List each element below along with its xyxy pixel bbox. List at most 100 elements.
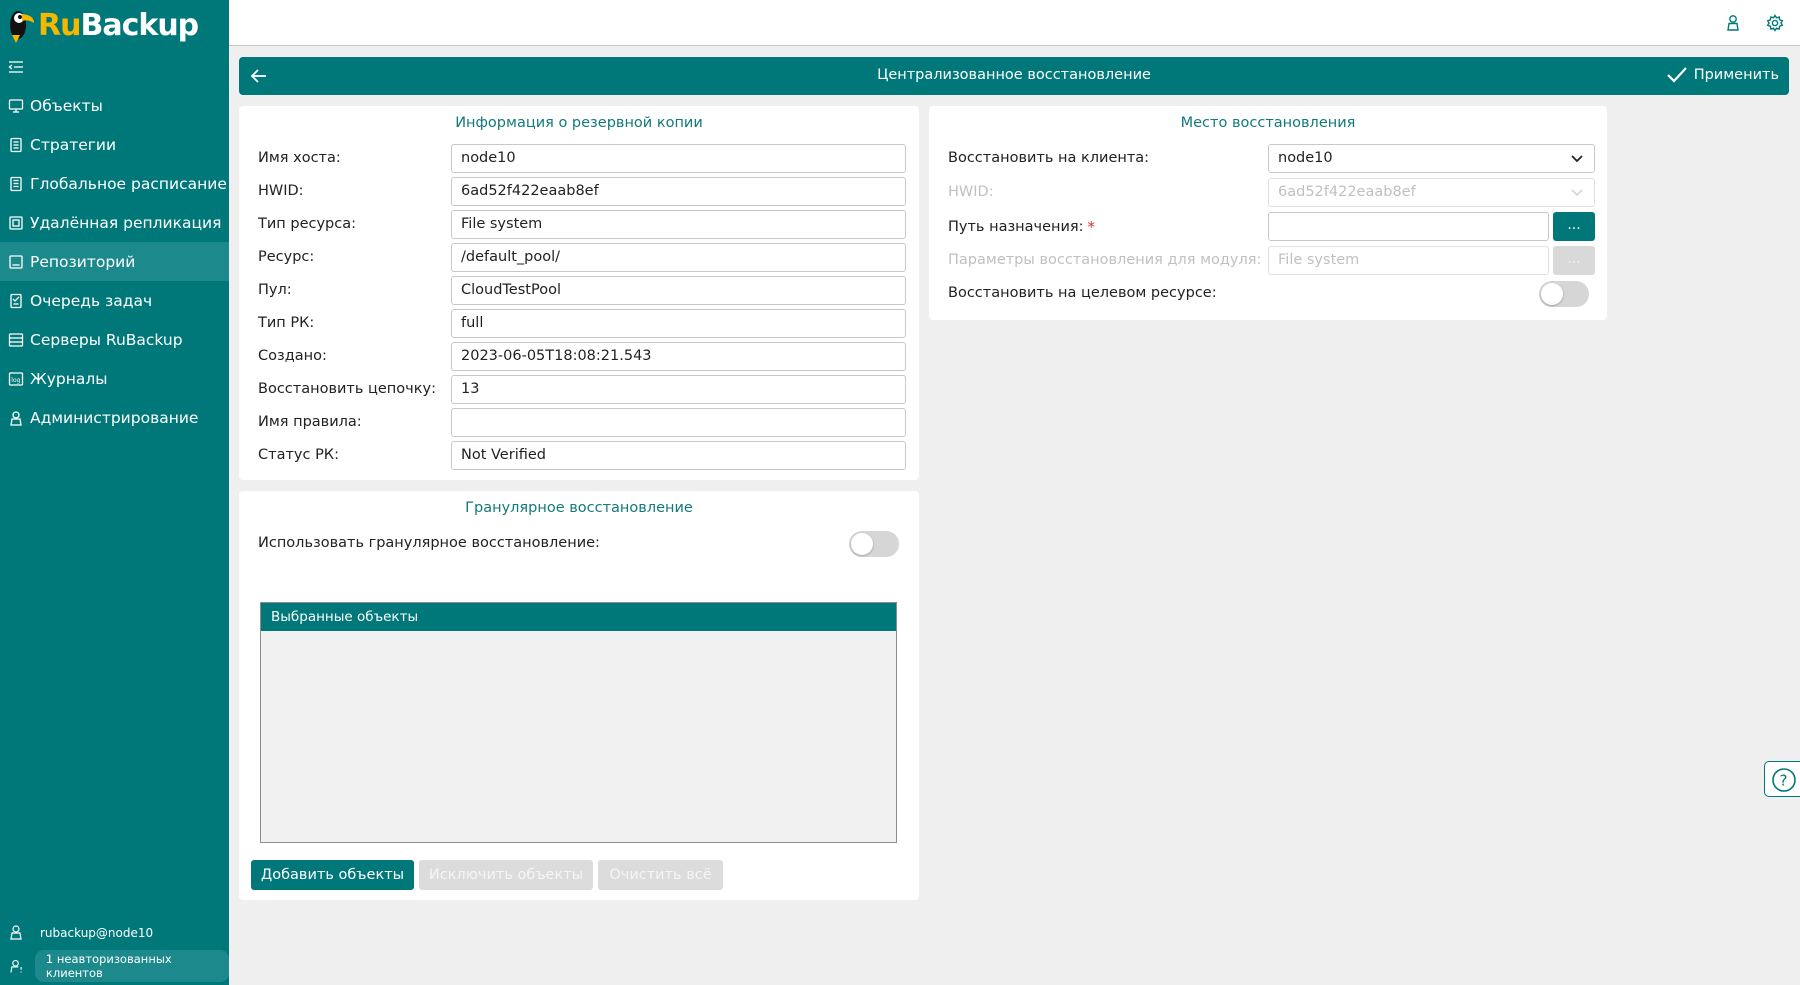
collapse-menu-icon[interactable]: [8, 60, 26, 74]
hwid-field[interactable]: 6ad52f422eaab8ef: [451, 177, 906, 206]
user-alert-icon: [10, 959, 22, 973]
field-label: Тип ресурса:: [258, 216, 356, 232]
restore-client-label: Восстановить на клиента:: [948, 150, 1150, 166]
sidebar-item-label: Глобальное расписание: [30, 174, 227, 193]
sidebar-item-repository[interactable]: Репозиторий: [0, 242, 229, 281]
field-label: Статус РК:: [258, 447, 339, 463]
unauthorized-clients-badge: 1 неавторизованных клиентов: [34, 950, 229, 982]
field-label: Тип РК:: [258, 315, 315, 331]
selected-objects-table[interactable]: Выбранные объекты: [260, 602, 897, 843]
field-label: Создано:: [258, 348, 327, 364]
field-row-created: Создано:: [258, 348, 327, 364]
unauthorized-clients[interactable]: 1 неавторизованных клиентов: [10, 950, 229, 982]
sidebar-item-remote-replication[interactable]: Удалённая репликация: [0, 203, 229, 242]
module-params-field: File system: [1268, 246, 1549, 275]
clear-all-button[interactable]: Очистить всё: [598, 860, 723, 890]
field-row-hwid: HWID:: [258, 183, 304, 199]
destination-path-input[interactable]: [1268, 212, 1549, 241]
module-params-label: Параметры восстановления для модуля:: [948, 252, 1262, 268]
sidebar-item-strategies[interactable]: Стратегии: [0, 125, 229, 164]
apply-button[interactable]: Применить: [1666, 65, 1779, 85]
granular-toggle-row: Использовать гранулярное восстановление:: [258, 535, 600, 551]
sidebar: RuBackup Объекты Стратегии Глобальное ра…: [0, 0, 229, 985]
rule-name-field[interactable]: [451, 408, 906, 437]
field-row-resource-type: Тип ресурса:: [258, 216, 356, 232]
browse-path-button[interactable]: ...: [1553, 212, 1595, 241]
sidebar-item-administration[interactable]: Администрирование: [0, 398, 229, 437]
restore-location-title: Место восстановления: [1180, 115, 1356, 131]
pool-field[interactable]: CloudTestPool: [451, 276, 906, 305]
sidebar-item-label: Администрирование: [30, 408, 199, 427]
replication-icon: [8, 215, 24, 231]
backup-type-field[interactable]: full: [451, 309, 906, 338]
field-label: HWID:: [258, 183, 304, 199]
sidebar-footer: rubackup@node10 1 неавторизованных клиен…: [0, 925, 229, 985]
created-field[interactable]: 2023-06-05T18:08:21.543: [451, 342, 906, 371]
toucan-logo-icon: [6, 5, 36, 45]
admin-icon: [8, 410, 24, 426]
restore-client-row: Восстановить на клиента:: [948, 150, 1149, 166]
field-row-pool: Пул:: [258, 282, 292, 298]
logo-text: RuBackup: [38, 7, 199, 43]
tasks-icon: [8, 293, 24, 309]
restore-client-select[interactable]: node10: [1268, 144, 1595, 173]
field-row-hostname: Имя хоста:: [258, 150, 341, 166]
granular-restore-panel: Гранулярное восстановление Использовать …: [239, 491, 919, 900]
check-icon: [1666, 67, 1687, 83]
required-marker: *: [1087, 218, 1096, 236]
sidebar-nav: Объекты Стратегии Глобальное расписание …: [0, 86, 229, 437]
backup-info-panel: Информация о резервной копии Имя хоста: …: [239, 106, 919, 480]
backup-info-title: Информация о резервной копии: [455, 115, 703, 131]
field-label: Ресурс:: [258, 249, 315, 265]
sidebar-item-logs[interactable]: log Журналы: [0, 359, 229, 398]
hostname-field[interactable]: node10: [451, 144, 906, 173]
chevron-down-icon: [1571, 155, 1583, 163]
sidebar-item-global-schedule[interactable]: Глобальное расписание: [0, 164, 229, 203]
page-header: Централизованное восстановление Применит…: [239, 57, 1789, 95]
restore-hwid-value: 6ad52f422eaab8ef: [1278, 184, 1416, 200]
monitor-icon: [8, 98, 24, 114]
restore-target-label: Восстановить на целевом ресурсе:: [948, 285, 1217, 301]
svg-text:log: log: [11, 377, 20, 384]
server-icon: [8, 332, 24, 348]
backup-status-field[interactable]: Not Verified: [451, 441, 906, 470]
sidebar-item-label: Объекты: [30, 96, 103, 115]
svg-text:?: ?: [1780, 772, 1788, 790]
sidebar-item-label: Репозиторий: [30, 252, 136, 271]
field-label: Имя правила:: [258, 414, 362, 430]
sidebar-item-task-queue[interactable]: Очередь задач: [0, 281, 229, 320]
restore-hwid-row: HWID:: [948, 184, 994, 200]
restore-client-value: node10: [1278, 150, 1333, 166]
log-icon: log: [8, 371, 24, 387]
add-objects-button[interactable]: Добавить объекты: [251, 860, 414, 890]
calendar-icon: [8, 176, 24, 192]
field-row-backup-status: Статус РК:: [258, 447, 339, 463]
restore-hwid-label: HWID:: [948, 184, 994, 200]
gear-icon[interactable]: [1766, 14, 1784, 32]
restore-target-row: Восстановить на целевом ресурсе:: [948, 285, 1217, 301]
resource-type-field[interactable]: File system: [451, 210, 906, 239]
field-row-backup-type: Тип РК:: [258, 315, 314, 331]
help-button[interactable]: ?: [1764, 761, 1800, 797]
chevron-down-icon: [1571, 189, 1583, 197]
repository-icon: [8, 254, 24, 270]
granular-restore-toggle[interactable]: [849, 531, 899, 557]
exclude-objects-button[interactable]: Исключить объекты: [419, 860, 593, 890]
restore-target-toggle[interactable]: [1539, 281, 1589, 307]
rubackup-logo[interactable]: RuBackup: [6, 4, 199, 46]
user-profile-icon[interactable]: [1724, 14, 1742, 32]
restore-chain-field[interactable]: 13: [451, 375, 906, 404]
sidebar-item-objects[interactable]: Объекты: [0, 86, 229, 125]
sidebar-item-label: Стратегии: [30, 135, 117, 154]
resource-field[interactable]: /default_pool/: [451, 243, 906, 272]
apply-button-label: Применить: [1693, 67, 1779, 83]
sidebar-item-label: Журналы: [30, 369, 108, 388]
question-icon: ?: [1772, 768, 1796, 792]
top-bar: [229, 0, 1800, 46]
page-title: Централизованное восстановление: [877, 67, 1151, 83]
granular-toggle-label: Использовать гранулярное восстановление:: [258, 535, 600, 551]
module-params-button[interactable]: ...: [1553, 246, 1595, 275]
current-user[interactable]: rubackup@node10: [10, 925, 153, 940]
sidebar-item-servers[interactable]: Серверы RuBackup: [0, 320, 229, 359]
field-row-resource: Ресурс:: [258, 249, 314, 265]
